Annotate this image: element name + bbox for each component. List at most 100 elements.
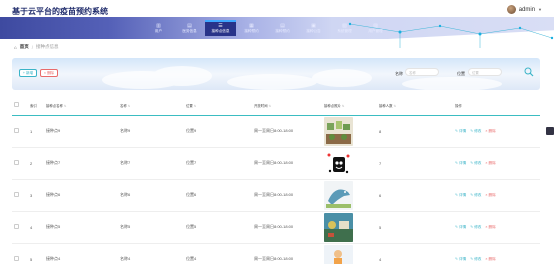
main-nav: ▥ 用户 ▤ 医务信息 ☰ 接种点信息 ▦ 接种预约 ▤ 接种预约 ▣ 接种公告… bbox=[143, 20, 391, 36]
username[interactable]: admin bbox=[519, 7, 535, 13]
col-name-label: 名称 bbox=[120, 103, 127, 108]
cell-location: 位置4 bbox=[186, 256, 197, 261]
col-index: 索引 bbox=[30, 103, 37, 108]
row-checkbox-cell bbox=[12, 115, 28, 147]
nav-item-label: 医务信息 bbox=[182, 28, 197, 33]
location-search-input[interactable]: 位置 bbox=[468, 68, 502, 76]
sort-icon[interactable]: ⇅ bbox=[128, 104, 131, 108]
row-checkbox-cell bbox=[12, 211, 28, 243]
scroll-handle[interactable] bbox=[546, 127, 554, 135]
add-button-label: 新增 bbox=[25, 70, 34, 75]
table-row: 5 接种点4 名称4 位置4 周一至周日8:00-18:00 4 ✎ 详情 ✎ … bbox=[12, 243, 540, 264]
sort-icon[interactable]: ⇅ bbox=[394, 104, 397, 108]
detail-label: 详情 bbox=[459, 192, 467, 197]
nav-item-3[interactable]: ☰ 接种点信息 bbox=[205, 20, 236, 36]
cell-actions: ✎ 详情 ✎ 修改 × 删除 bbox=[453, 211, 540, 243]
detail-button[interactable]: ✎ 详情 bbox=[455, 193, 466, 198]
row-checkbox[interactable] bbox=[14, 160, 19, 165]
search-toolbar: + 新增 × 删除 名称 名称 位置 位置 bbox=[12, 58, 540, 90]
cell-count: 6 bbox=[379, 192, 382, 198]
name-search-input[interactable]: 名称 bbox=[405, 68, 439, 76]
breadcrumb: ⌂ 首页 / 接种点信息 bbox=[14, 44, 58, 50]
row-checkbox[interactable] bbox=[14, 224, 19, 229]
delete-row-button[interactable]: × 删除 bbox=[485, 161, 495, 166]
avatar[interactable] bbox=[506, 5, 516, 14]
row-checkbox[interactable] bbox=[14, 128, 19, 133]
delete-row-button[interactable]: × 删除 bbox=[485, 193, 495, 198]
edit-button[interactable]: ✎ 修改 bbox=[470, 161, 481, 166]
name-search-placeholder: 名称 bbox=[409, 70, 416, 75]
detail-label: 详情 bbox=[459, 224, 467, 229]
site-photo[interactable] bbox=[324, 180, 353, 210]
detail-button[interactable]: ✎ 详情 bbox=[455, 129, 466, 134]
select-all-checkbox[interactable] bbox=[14, 102, 19, 108]
detail-button[interactable]: ✎ 详情 bbox=[455, 225, 466, 230]
nav-item-5[interactable]: ▤ 接种预约 bbox=[267, 20, 298, 36]
site-photo[interactable] bbox=[324, 212, 353, 242]
delete-label: 删除 bbox=[488, 160, 496, 165]
nav-item-8[interactable]: ▨ 用户管理 bbox=[360, 20, 391, 36]
site-photo[interactable] bbox=[324, 116, 353, 146]
edit-button[interactable]: ✎ 修改 bbox=[470, 193, 481, 198]
cell-site: 接种点4 bbox=[46, 256, 61, 261]
user-menu[interactable]: admin ▼ bbox=[506, 5, 542, 14]
row-checkbox[interactable] bbox=[14, 192, 19, 197]
home-icon[interactable]: ⌂ bbox=[14, 45, 17, 50]
nav-item-6[interactable]: ▣ 接种公告 bbox=[298, 20, 329, 36]
cell-index: 3 bbox=[30, 192, 33, 198]
breadcrumb-current: 接种点信息 bbox=[35, 44, 59, 49]
site-photo[interactable] bbox=[324, 244, 353, 264]
add-button[interactable]: + 新增 bbox=[19, 69, 37, 77]
cell-site: 接种点6 bbox=[46, 192, 61, 197]
edit-button[interactable]: ✎ 修改 bbox=[470, 129, 481, 134]
col-location-label: 位置 bbox=[186, 103, 193, 108]
cell-location: 位置6 bbox=[186, 192, 197, 197]
table-header-row: 索引 接种点名称 ⇅ 名称 ⇅ 位置 ⇅ 开放时间 ⇅ 接种点照片 ⇅ 接种人数… bbox=[12, 96, 540, 115]
cell-name: 名称6 bbox=[120, 192, 131, 197]
col-actions: 操作 bbox=[455, 103, 462, 108]
edit-button[interactable]: ✎ 修改 bbox=[470, 257, 481, 262]
sort-icon[interactable]: ⇅ bbox=[194, 104, 197, 108]
chevron-down-icon[interactable]: ▼ bbox=[538, 7, 542, 12]
edit-label: 修改 bbox=[474, 192, 482, 197]
cell-site: 接种点5 bbox=[46, 224, 61, 229]
row-checkbox[interactable] bbox=[14, 256, 19, 261]
delete-row-button[interactable]: × 删除 bbox=[485, 225, 495, 230]
sort-icon[interactable]: ⇅ bbox=[269, 104, 272, 108]
cell-index: 2 bbox=[30, 160, 33, 166]
site-table: 索引 接种点名称 ⇅ 名称 ⇅ 位置 ⇅ 开放时间 ⇅ 接种点照片 ⇅ 接种人数… bbox=[12, 96, 540, 264]
nav-item-7[interactable]: ▧ 系统管理 bbox=[329, 20, 360, 36]
row-checkbox-cell bbox=[12, 147, 28, 179]
delete-button[interactable]: × 删除 bbox=[40, 69, 58, 77]
breadcrumb-home[interactable]: 首页 bbox=[20, 44, 29, 50]
table-row: 4 接种点5 名称5 位置5 周一至周日8:00-18:00 5 ✎ 详情 ✎ … bbox=[12, 211, 540, 243]
col-name[interactable]: 名称 ⇅ bbox=[118, 96, 184, 115]
sort-icon[interactable]: ⇅ bbox=[342, 104, 345, 108]
cell-index: 1 bbox=[30, 128, 33, 134]
location-search-label: 位置 bbox=[457, 71, 465, 76]
col-photo-label: 接种点照片 bbox=[324, 103, 341, 108]
col-count[interactable]: 接种人数 ⇅ bbox=[377, 96, 453, 115]
nav-item-4[interactable]: ▦ 接种预约 bbox=[236, 20, 267, 36]
breadcrumb-separator: / bbox=[31, 44, 33, 50]
cell-photo bbox=[322, 179, 377, 211]
delete-row-button[interactable]: × 删除 bbox=[485, 257, 495, 262]
detail-button[interactable]: ✎ 详情 bbox=[455, 161, 466, 166]
nav-item-1[interactable]: ▥ 用户 bbox=[143, 20, 174, 36]
col-location[interactable]: 位置 ⇅ bbox=[184, 96, 252, 115]
search-icon[interactable] bbox=[524, 67, 534, 77]
detail-button[interactable]: ✎ 详情 bbox=[455, 257, 466, 262]
detail-label: 详情 bbox=[459, 256, 467, 261]
nav-item-label: 系统管理 bbox=[337, 28, 352, 33]
cell-count: 4 bbox=[379, 256, 382, 262]
edit-button[interactable]: ✎ 修改 bbox=[470, 225, 481, 230]
sort-icon[interactable]: ⇅ bbox=[64, 104, 67, 108]
site-photo[interactable] bbox=[324, 148, 353, 178]
col-site[interactable]: 接种点名称 ⇅ bbox=[44, 96, 118, 115]
cell-actions: ✎ 详情 ✎ 修改 × 删除 bbox=[453, 147, 540, 179]
nav-item-2[interactable]: ▤ 医务信息 bbox=[174, 20, 205, 36]
cell-name: 名称7 bbox=[120, 160, 131, 165]
col-photo[interactable]: 接种点照片 ⇅ bbox=[322, 96, 377, 115]
col-hours[interactable]: 开放时间 ⇅ bbox=[252, 96, 322, 115]
delete-row-button[interactable]: × 删除 bbox=[485, 129, 495, 134]
